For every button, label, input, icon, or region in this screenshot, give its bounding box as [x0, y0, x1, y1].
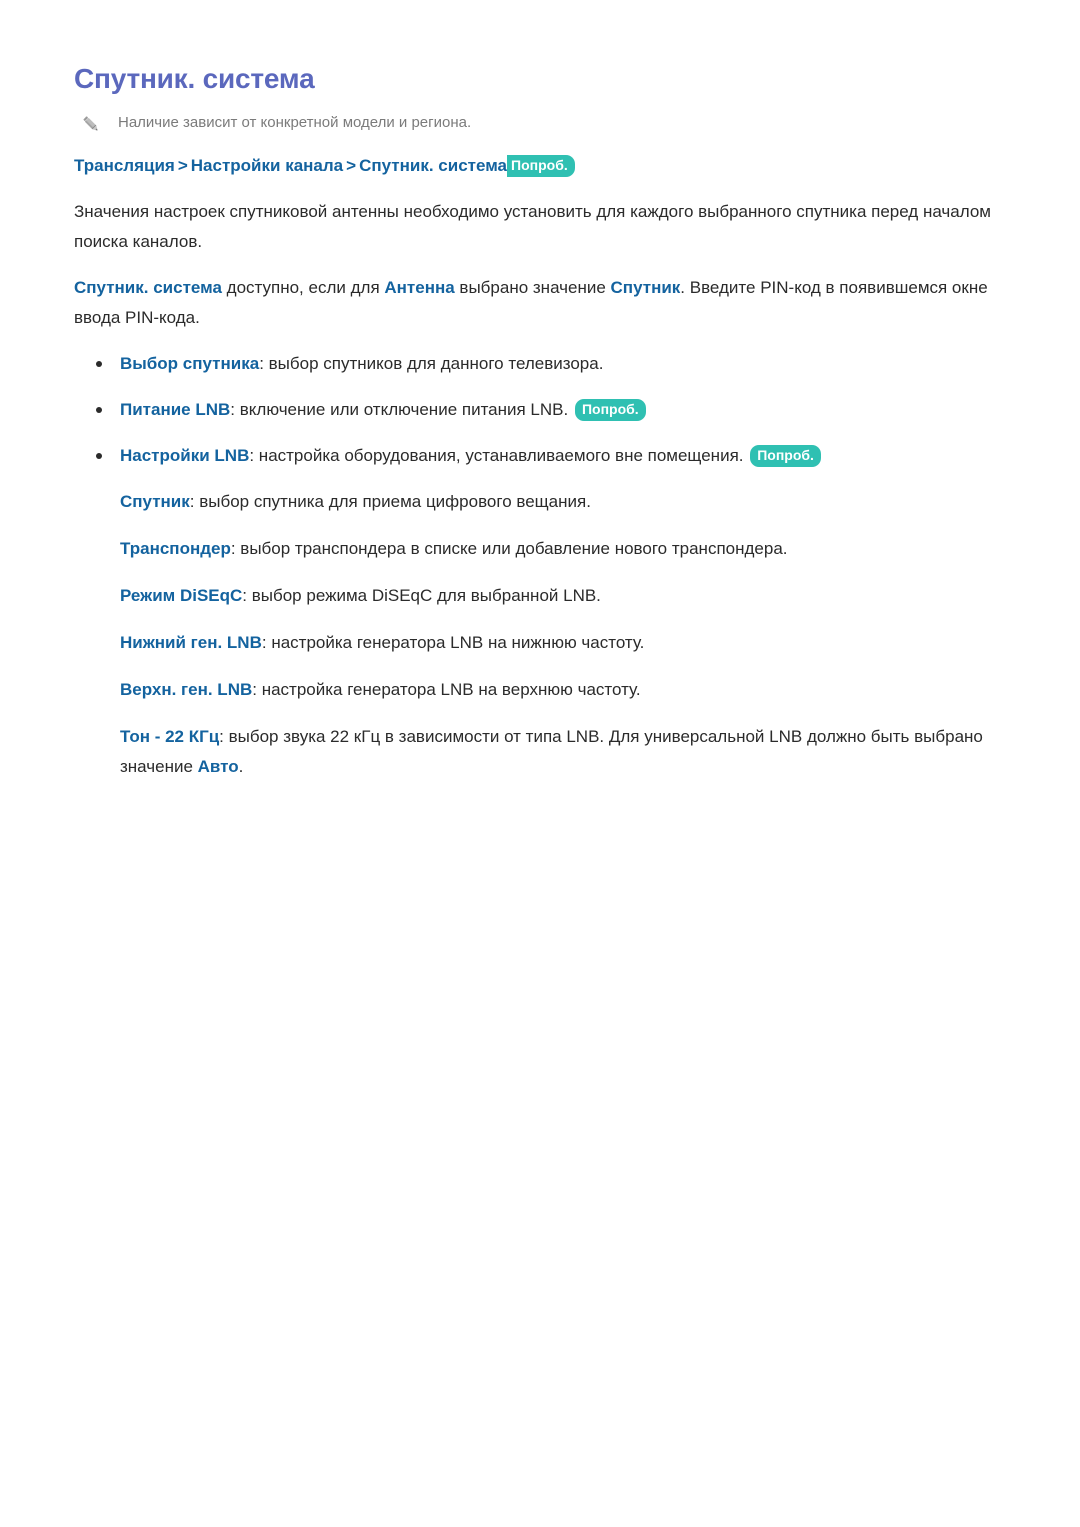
sub-text: : выбор звука 22 кГц в зависимости от ти…: [120, 726, 983, 776]
bullet-text: : включение или отключение питания LNB.: [230, 399, 573, 419]
breadcrumb-separator: >: [177, 155, 188, 175]
sub-term-satellite: Спутник: [120, 491, 190, 511]
intro-paragraph: Значения настроек спутниковой антенны не…: [74, 201, 991, 251]
bullet-text: : настройка оборудования, устанавливаемо…: [249, 445, 749, 465]
sub-text: : настройка генератора LNB на нижнюю час…: [261, 632, 645, 652]
breadcrumb-item-satellite-system[interactable]: Спутник. система: [359, 156, 507, 175]
list-item: Режим DiSEqC: выбор режима DiSEqC для вы…: [74, 581, 1014, 611]
sub-term-transponder: Транспондер: [120, 538, 231, 558]
breadcrumb-separator: >: [346, 155, 357, 175]
term-satellite-system: Спутник. система: [74, 277, 222, 297]
term-satellite: Спутник: [610, 277, 681, 297]
sub-term-upper-lnb-osc: Верхн. ген. LNB: [120, 679, 253, 699]
note-row: Наличие зависит от конкретной модели и р…: [80, 112, 1014, 135]
sub-text: : выбор режима DiSEqC для выбранной LNB.: [242, 585, 601, 605]
availability-paragraph: Спутник. система доступно, если для Анте…: [74, 273, 1014, 333]
settings-bullet-list: Выбор спутника: выбор спутников для данн…: [74, 349, 1014, 471]
availability-text-1: доступно, если для: [221, 277, 385, 297]
list-item: Питание LNB: включение или отключение пи…: [74, 395, 1014, 425]
try-now-badge[interactable]: Попроб.: [574, 398, 646, 421]
try-now-badge[interactable]: Попроб.: [750, 444, 821, 467]
settings-sub-list: Спутник: выбор спутника для приема цифро…: [74, 487, 1014, 782]
list-item: Выбор спутника: выбор спутников для данн…: [74, 349, 1014, 379]
sub-term-diseqc-mode: Режим DiSEqC: [120, 585, 243, 605]
sub-term-tone-22khz: Тон - 22 КГц: [120, 726, 220, 746]
breadcrumb: Трансляция > Настройки канала > Спутник. сис…: [74, 153, 1014, 179]
bullet-term-lnb-settings: Настройки LNB: [120, 445, 250, 465]
document-page: Спутник. система Наличие зависит от конк…: [0, 0, 1080, 1527]
breadcrumb-item-broadcast[interactable]: Трансляция: [74, 156, 175, 175]
page-title: Спутник. система: [74, 63, 315, 94]
list-item: Спутник: выбор спутника для приема цифро…: [74, 487, 1014, 517]
list-item: Тон - 22 КГц: выбор звука 22 кГц в завис…: [74, 722, 1014, 782]
sub-text: : настройка генератора LNB на верхнюю ча…: [252, 679, 641, 699]
breadcrumb-item-channel-settings[interactable]: Настройки канала: [191, 156, 343, 175]
bullet-term-satellite-selection: Выбор спутника: [120, 353, 260, 373]
sub-text: : выбор транспондера в списке или добавл…: [230, 538, 788, 558]
pencil-icon: [80, 113, 102, 135]
list-item: Транспондер: выбор транспондера в списке…: [74, 534, 1014, 564]
list-item: Верхн. ген. LNB: настройка генератора LN…: [74, 675, 1014, 705]
bullet-text: : выбор спутников для данного телевизора…: [259, 353, 604, 373]
sub-term-lower-lnb-osc: Нижний ген. LNB: [120, 632, 262, 652]
sub-text-end: .: [238, 756, 244, 776]
list-item: Настройки LNB: настройка оборудования, у…: [74, 441, 1014, 471]
try-now-badge[interactable]: Попроб.: [507, 154, 575, 177]
bullet-term-lnb-power: Питание LNB: [120, 399, 231, 419]
term-auto: Авто: [197, 756, 239, 776]
availability-text-2: выбрано значение: [454, 277, 611, 297]
note-text: Наличие зависит от конкретной модели и р…: [118, 113, 472, 131]
sub-text: : выбор спутника для приема цифрового ве…: [189, 491, 591, 511]
term-antenna: Антенна: [384, 277, 455, 297]
list-item: Нижний ген. LNB: настройка генератора LN…: [74, 628, 1014, 658]
